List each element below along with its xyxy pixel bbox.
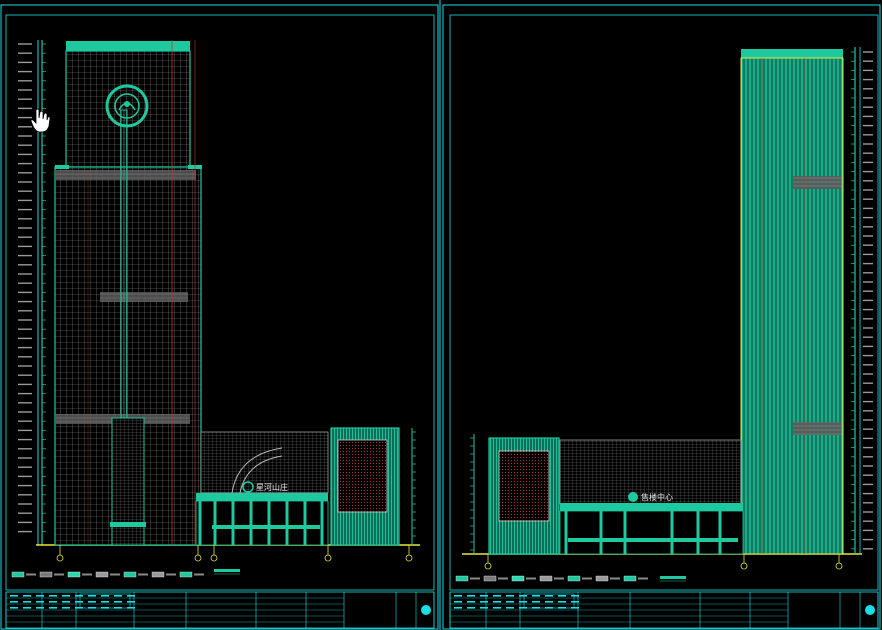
- left-tower-upper: [65, 50, 191, 168]
- left-podium-canopy: [196, 493, 328, 501]
- right-drawing-title: [660, 576, 686, 582]
- left-tower-crown: [66, 41, 190, 51]
- right-tower-crown: [741, 49, 843, 58]
- cad-drawing-canvas[interactable]: 星河山庄 售楼中心: [0, 0, 882, 630]
- right-gray-band: [793, 422, 841, 435]
- left-elevation: 星河山庄: [5, 40, 435, 629]
- left-title-block: [5, 591, 435, 629]
- right-podium-ground: [559, 510, 744, 555]
- right-podium-canopy: [560, 503, 743, 511]
- left-shoulder-ledge: [55, 165, 69, 169]
- left-gray-band: [56, 170, 196, 180]
- right-elevation: 售楼中心: [449, 47, 879, 629]
- right-signage-logo-icon: [628, 492, 638, 502]
- hand-pointer-icon[interactable]: [30, 108, 51, 133]
- right-level-ruler: [851, 47, 873, 554]
- left-legend: [11, 571, 204, 578]
- left-signage-text: 星河山庄: [256, 482, 288, 492]
- right-annex-panel: [498, 450, 550, 522]
- right-tower-body: [740, 57, 844, 555]
- left-annex-panel: [337, 439, 388, 513]
- left-axis-markers: [56, 545, 413, 562]
- right-gray-band: [793, 176, 841, 189]
- left-drawing-title: [214, 569, 240, 575]
- left-gray-band: [100, 292, 188, 302]
- right-title-block: [449, 591, 879, 629]
- right-signage-text: 售楼中心: [641, 492, 673, 502]
- right-axis-markers: [484, 554, 843, 570]
- right-legend: [455, 575, 648, 582]
